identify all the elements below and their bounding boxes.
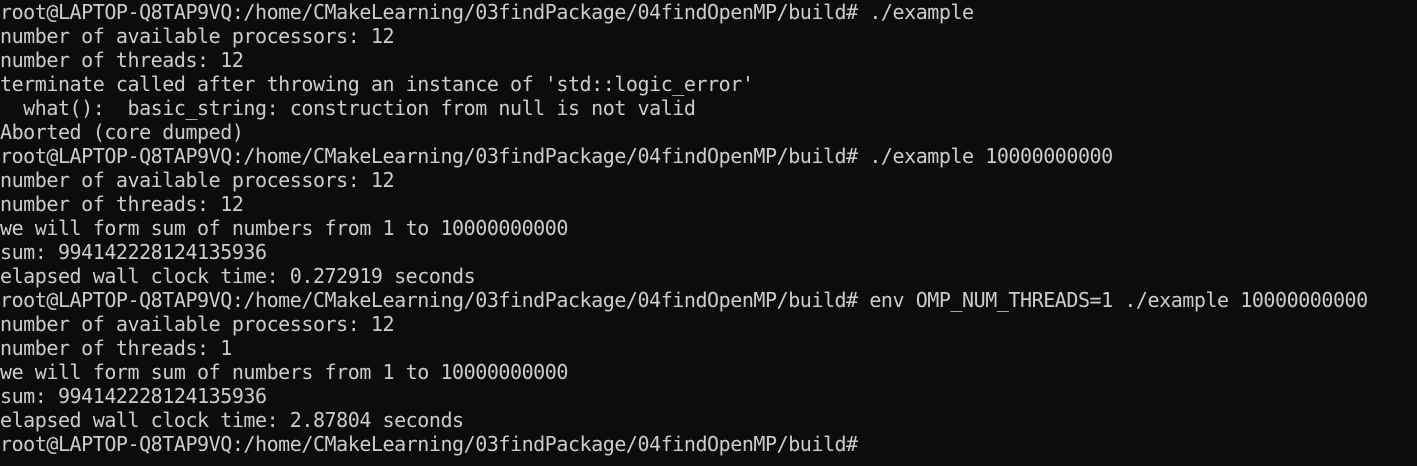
- terminal-line: number of threads: 12: [0, 48, 244, 72]
- terminal-line: what(): basic_string: construction from …: [0, 96, 696, 120]
- terminal-line: terminate called after throwing an insta…: [0, 72, 754, 96]
- terminal-line: we will form sum of numbers from 1 to 10…: [0, 360, 568, 384]
- terminal-prompt[interactable]: root@LAPTOP-Q8TAP9VQ:/home/CMakeLearning…: [0, 432, 1417, 456]
- terminal-line: sum: 994142228124135936: [0, 384, 267, 408]
- terminal-line: elapsed wall clock time: 2.87804 seconds: [0, 408, 464, 432]
- terminal-line: root@LAPTOP-Q8TAP9VQ:/home/CMakeLearning…: [0, 0, 974, 24]
- terminal-line: root@LAPTOP-Q8TAP9VQ:/home/CMakeLearning…: [0, 288, 1368, 312]
- terminal-line: sum: 994142228124135936: [0, 240, 267, 264]
- terminal-line: number of available processors: 12: [0, 24, 395, 48]
- terminal-line: root@LAPTOP-Q8TAP9VQ:/home/CMakeLearning…: [0, 144, 1113, 168]
- terminal-window[interactable]: root@LAPTOP-Q8TAP9VQ:/home/CMakeLearning…: [0, 0, 1417, 466]
- terminal-line: number of available processors: 12: [0, 312, 395, 336]
- terminal-line: number of threads: 1: [0, 336, 232, 360]
- terminal-line: Aborted (core dumped): [0, 120, 244, 144]
- terminal-line: number of available processors: 12: [0, 168, 395, 192]
- terminal-line: number of threads: 12: [0, 192, 244, 216]
- terminal-line: we will form sum of numbers from 1 to 10…: [0, 216, 568, 240]
- terminal-line: elapsed wall clock time: 0.272919 second…: [0, 264, 476, 288]
